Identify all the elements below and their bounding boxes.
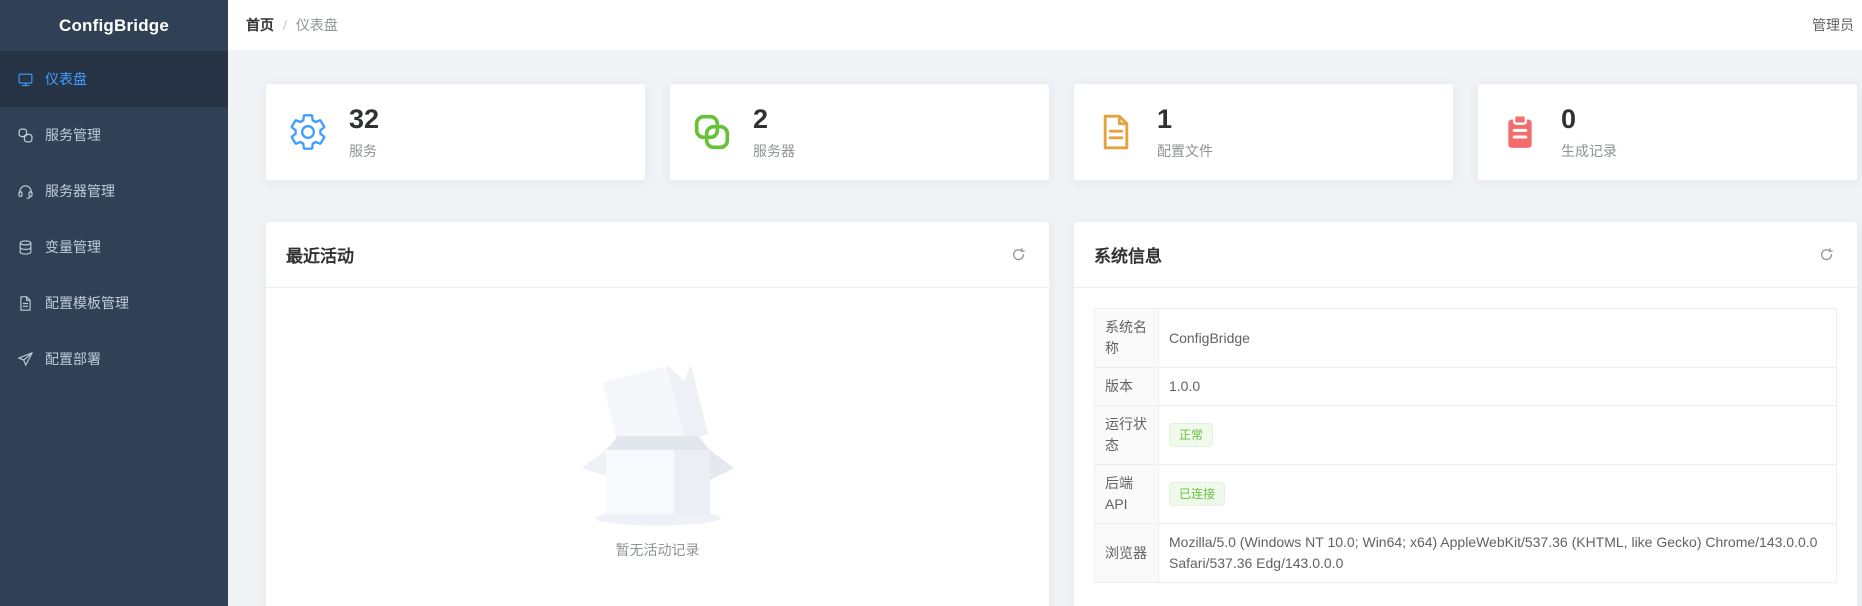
- breadcrumb-current: 仪表盘: [295, 17, 338, 33]
- stat-card-config-files[interactable]: 1 配置文件: [1073, 83, 1454, 181]
- version-label: 版本: [1094, 367, 1159, 406]
- stat-label-services: 服务: [349, 142, 377, 159]
- breadcrumb: 首页 / 仪表盘: [246, 15, 338, 35]
- link-icon: [694, 114, 730, 150]
- link-icon: [18, 127, 33, 143]
- sidebar-item-label: 服务器管理: [45, 183, 115, 199]
- stat-card-services[interactable]: 32 服务: [265, 83, 646, 181]
- stat-value-services: 32: [349, 103, 380, 134]
- user-menu-trigger[interactable]: 管理员: [1812, 15, 1854, 35]
- sidebar-item-templates[interactable]: 配置模板管理: [0, 275, 228, 331]
- breadcrumb-separator: /: [283, 17, 287, 33]
- stat-label-generate-records: 生成记录: [1561, 142, 1617, 159]
- stat-label-servers: 服务器: [753, 142, 795, 159]
- run-status-label: 运行状态: [1094, 405, 1159, 465]
- panels-row: 最近活动 暂无活动记录 系统信息 系统名称 ConfigBridge 版本 1.…: [265, 221, 1858, 606]
- refresh-icon: [1012, 248, 1025, 261]
- refresh-icon: [1820, 248, 1833, 261]
- system-name-label: 系统名称: [1094, 308, 1159, 368]
- sidebar-item-dashboard[interactable]: 仪表盘: [0, 51, 228, 107]
- sidebar-menu: 仪表盘 服务管理 服务器管理 变量管理 配置模板管理 配置部署: [0, 51, 228, 387]
- main-content: 32 服务 2 服务器 1 配置文件 0 生成记录 最近活动 暂无活动记录 系统…: [228, 51, 1862, 606]
- stat-card-servers[interactable]: 2 服务器: [669, 83, 1050, 181]
- stat-value-config-files: 1: [1157, 103, 1173, 134]
- topbar: 首页 / 仪表盘 管理员: [228, 0, 1862, 51]
- sidebar-item-servers[interactable]: 服务器管理: [0, 163, 228, 219]
- app-logo-title: ConfigBridge: [58, 15, 170, 35]
- status-badge: 已连接: [1169, 482, 1226, 506]
- table-row: 系统名称 ConfigBridge: [1094, 308, 1837, 368]
- backend-api-label: 后端 API: [1094, 464, 1159, 524]
- system-name-value: ConfigBridge: [1158, 308, 1837, 368]
- refresh-system-info-button[interactable]: [1815, 244, 1837, 266]
- stats-row: 32 服务 2 服务器 1 配置文件 0 生成记录: [265, 83, 1858, 181]
- version-value: 1.0.0: [1158, 367, 1837, 406]
- sidebar-item-variables[interactable]: 变量管理: [0, 219, 228, 275]
- breadcrumb-home-link[interactable]: 首页: [246, 15, 274, 35]
- database-icon: [19, 239, 32, 255]
- stat-card-generate-records[interactable]: 0 生成记录: [1477, 83, 1858, 181]
- document-icon: [1103, 114, 1129, 150]
- status-badge: 正常: [1169, 423, 1214, 447]
- send-icon: [18, 351, 33, 366]
- stat-value-servers: 2: [753, 103, 769, 134]
- refresh-activity-button[interactable]: [1007, 244, 1029, 266]
- sidebar-item-label: 仪表盘: [45, 71, 87, 87]
- recent-activity-title: 最近活动: [286, 247, 354, 266]
- sidebar-item-label: 配置模板管理: [45, 295, 129, 311]
- system-info-panel: 系统信息 系统名称 ConfigBridge 版本 1.0.0 运行状态 正常 …: [1073, 221, 1858, 606]
- sidebar-item-label: 变量管理: [45, 239, 101, 255]
- system-info-table: 系统名称 ConfigBridge 版本 1.0.0 运行状态 正常 后端 AP…: [1094, 308, 1837, 583]
- empty-box-illustration: [581, 362, 734, 526]
- sidebar-item-label: 服务管理: [45, 127, 101, 143]
- recent-activity-panel: 最近活动 暂无活动记录: [265, 221, 1050, 606]
- system-info-title: 系统信息: [1094, 247, 1162, 266]
- stat-value-generate-records: 0: [1561, 103, 1577, 134]
- browser-value: Mozilla/5.0 (Windows NT 10.0; Win64; x64…: [1158, 523, 1837, 583]
- monitor-icon: [18, 73, 33, 86]
- table-row: 版本 1.0.0: [1094, 367, 1837, 406]
- stat-label-config-files: 配置文件: [1157, 142, 1213, 159]
- sidebar-item-deploy[interactable]: 配置部署: [0, 331, 228, 387]
- headset-icon: [18, 184, 33, 199]
- document-icon: [20, 295, 31, 311]
- gear-icon: [290, 114, 326, 150]
- table-row: 运行状态 正常: [1094, 405, 1837, 465]
- sidebar-item-label: 配置部署: [45, 351, 101, 367]
- table-row: 后端 API 已连接: [1094, 464, 1837, 524]
- table-row: 浏览器 Mozilla/5.0 (Windows NT 10.0; Win64;…: [1094, 523, 1837, 583]
- sidebar-item-services[interactable]: 服务管理: [0, 107, 228, 163]
- sidebar: ConfigBridge 仪表盘 服务管理 服务器管理 变量管理 配置模板管理 …: [0, 0, 228, 606]
- clipboard-icon: [1508, 114, 1532, 148]
- empty-activity-text: 暂无活动记录: [615, 542, 700, 558]
- browser-label: 浏览器: [1094, 523, 1159, 583]
